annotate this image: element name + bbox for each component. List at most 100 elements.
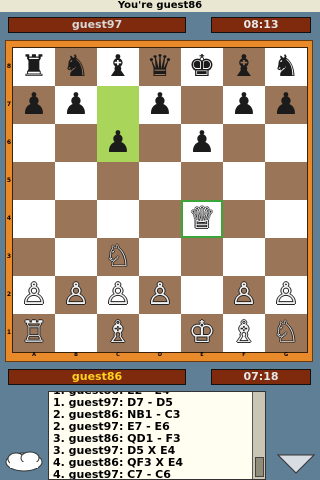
square-e6[interactable]: ♟ [181,124,223,162]
square-d3[interactable] [139,238,181,276]
black-piece-b7[interactable]: ♟ [63,90,90,120]
bottom-player-clock: 07:18 [211,369,311,385]
black-piece-e8[interactable]: ♚ [189,52,216,82]
square-e2[interactable] [181,276,223,314]
square-e1[interactable]: ♔ [181,314,223,352]
black-piece-b8[interactable]: ♞ [63,52,90,82]
file-label-f: F [242,352,246,358]
square-d2[interactable]: ♙ [139,276,181,314]
white-piece-c3[interactable]: ♘ [105,242,132,272]
square-a1[interactable]: ♖ [13,314,55,352]
black-piece-g7[interactable]: ♟ [273,90,300,120]
square-e7[interactable] [181,86,223,124]
window-title: You're guest86 [0,0,320,12]
square-f3[interactable] [223,238,265,276]
square-g4[interactable] [265,200,307,238]
black-piece-g8[interactable]: ♞ [273,52,300,82]
white-piece-a2[interactable]: ♙ [21,280,48,310]
white-piece-d2[interactable]: ♙ [147,280,174,310]
square-a6[interactable] [13,124,55,162]
black-piece-e6[interactable]: ♟ [189,128,216,158]
square-f6[interactable] [223,124,265,162]
scrollbar-thumb[interactable] [255,457,264,477]
square-g5[interactable] [265,162,307,200]
square-c3[interactable]: ♘ [97,238,139,276]
black-piece-f7[interactable]: ♟ [231,90,258,120]
square-d7[interactable]: ♟ [139,86,181,124]
square-f5[interactable] [223,162,265,200]
black-piece-f8[interactable]: ♝ [231,52,258,82]
move-history-lines: 1. guest86: E2 - E41. guest97: D7 - D52.… [49,392,249,479]
square-e5[interactable] [181,162,223,200]
black-piece-d8[interactable]: ♛ [147,52,174,82]
black-piece-a7[interactable]: ♟ [21,90,48,120]
square-b5[interactable] [55,162,97,200]
square-g6[interactable] [265,124,307,162]
white-piece-a1[interactable]: ♖ [21,318,48,348]
square-f7[interactable]: ♟ [223,86,265,124]
square-c7[interactable] [97,86,139,124]
rank-label-3: 3 [6,253,12,260]
square-a2[interactable]: ♙ [13,276,55,314]
square-a5[interactable] [13,162,55,200]
square-a8[interactable]: ♜ [13,48,55,86]
square-c8[interactable]: ♝ [97,48,139,86]
square-g8[interactable]: ♞ [265,48,307,86]
square-f1[interactable]: ♗ [223,314,265,352]
square-e4[interactable]: ♕ [181,200,223,238]
square-g3[interactable] [265,238,307,276]
file-label-b: B [74,352,78,358]
square-b8[interactable]: ♞ [55,48,97,86]
white-piece-f1[interactable]: ♗ [231,318,258,348]
square-b2[interactable]: ♙ [55,276,97,314]
square-b3[interactable] [55,238,97,276]
chess-board[interactable]: ♜ ♞ ♝ ♛ ♚ ♝ ♞ ♟ ♟ ♟ ♟ ♟ ♟ ♟ ♕ ♘ ♙ ♙ ♙ ♙ ♙ ♙ ♖ ♗ ♔ ♗ ♘ [12,47,308,353]
black-piece-c8[interactable]: ♝ [105,52,132,82]
square-f4[interactable] [223,200,265,238]
down-arrow-icon[interactable] [276,452,316,476]
square-d5[interactable] [139,162,181,200]
black-piece-a8[interactable]: ♜ [21,52,48,82]
file-label-c: C [116,352,120,358]
file-label-a: A [32,352,36,358]
square-d1[interactable] [139,314,181,352]
black-piece-c6[interactable]: ♟ [105,128,132,158]
square-d4[interactable] [139,200,181,238]
top-player-name: guest97 [8,17,186,33]
square-c6[interactable]: ♟ [97,124,139,162]
square-b1[interactable] [55,314,97,352]
file-label-g: G [283,352,289,358]
square-f2[interactable]: ♙ [223,276,265,314]
move-list-scrollbar[interactable] [252,392,265,479]
move-history-list[interactable]: 1. guest86: E2 - E41. guest97: D7 - D52.… [48,391,266,480]
square-c5[interactable] [97,162,139,200]
square-g1[interactable]: ♘ [265,314,307,352]
white-piece-f2[interactable]: ♙ [231,280,258,310]
white-piece-b2[interactable]: ♙ [63,280,90,310]
square-f8[interactable]: ♝ [223,48,265,86]
square-c2[interactable]: ♙ [97,276,139,314]
white-piece-g1[interactable]: ♘ [273,318,300,348]
square-b6[interactable] [55,124,97,162]
square-a3[interactable] [13,238,55,276]
square-c4[interactable] [97,200,139,238]
square-d8[interactable]: ♛ [139,48,181,86]
square-e3[interactable] [181,238,223,276]
square-d6[interactable] [139,124,181,162]
square-g2[interactable]: ♙ [265,276,307,314]
bottom-player-bar: guest86 07:18 [0,366,320,388]
square-a4[interactable] [13,200,55,238]
cloud-menu-icon[interactable] [4,450,44,474]
white-piece-g2[interactable]: ♙ [273,280,300,310]
black-piece-d7[interactable]: ♟ [147,90,174,120]
square-c1[interactable]: ♗ [97,314,139,352]
white-piece-c1[interactable]: ♗ [105,318,132,348]
square-b7[interactable]: ♟ [55,86,97,124]
square-a7[interactable]: ♟ [13,86,55,124]
square-b4[interactable] [55,200,97,238]
white-piece-c2[interactable]: ♙ [105,280,132,310]
square-e8[interactable]: ♚ [181,48,223,86]
square-g7[interactable]: ♟ [265,86,307,124]
white-piece-e4[interactable]: ♕ [189,204,216,234]
white-piece-e1[interactable]: ♔ [189,318,216,348]
